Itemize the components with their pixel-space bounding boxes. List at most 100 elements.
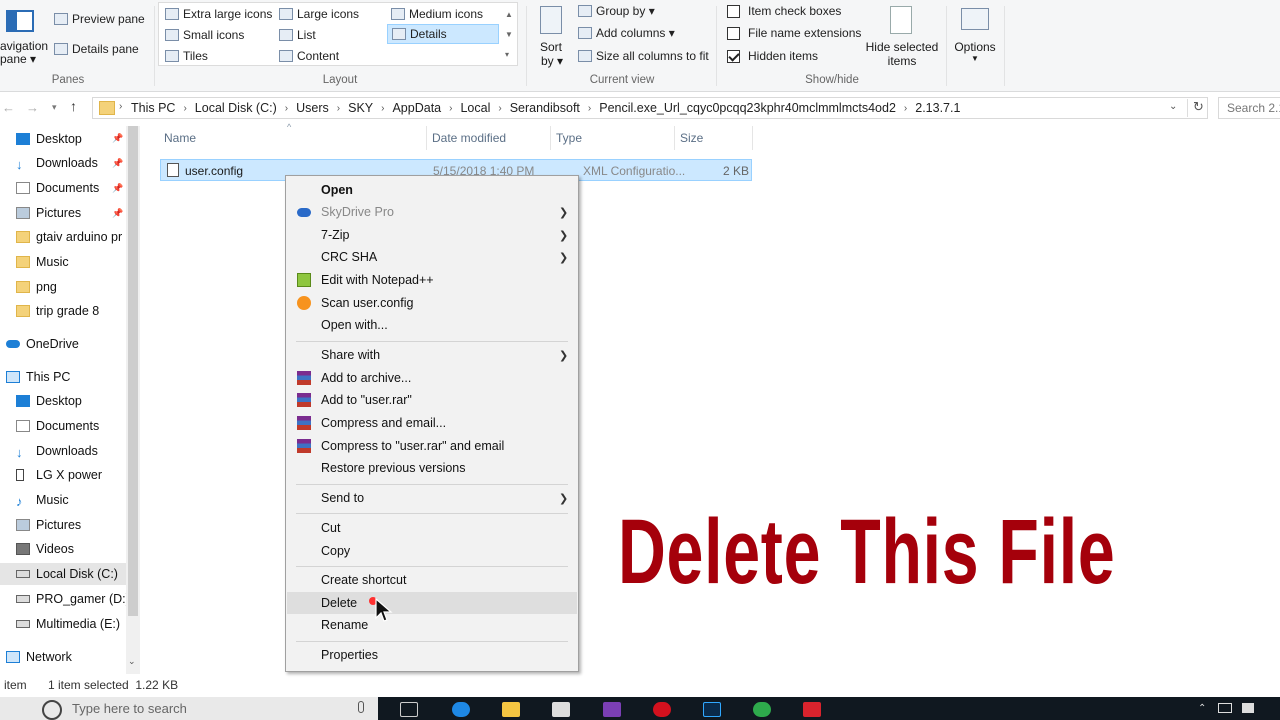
options-button[interactable]: Options ▼ — [950, 4, 1000, 68]
layout-list[interactable]: List — [279, 28, 316, 42]
menu-item-cut[interactable]: Cut — [287, 517, 577, 539]
clock[interactable]: 1 — [1272, 687, 1278, 699]
layout-details[interactable]: Details — [387, 24, 499, 44]
network-tray-icon[interactable] — [1218, 703, 1232, 713]
nav-item-videos[interactable]: Videos — [16, 538, 74, 560]
menu-item-delete[interactable]: Delete — [287, 592, 577, 614]
hidden-items-toggle[interactable]: Hidden items — [727, 49, 818, 63]
nav-item-pictures[interactable]: Pictures — [16, 202, 81, 224]
menu-item-scan[interactable]: Scan user.config — [287, 292, 577, 314]
layout-content[interactable]: Content — [279, 49, 339, 63]
visual-studio-icon[interactable] — [603, 702, 621, 717]
menu-item-restore-versions[interactable]: Restore previous versions — [287, 457, 577, 479]
crumb-version[interactable]: 2.13.7.1 — [915, 101, 960, 115]
menu-item-add-rar[interactable]: Add to "user.rar" — [287, 389, 577, 411]
nav-item-pc-music[interactable]: ♪ Music — [16, 489, 69, 511]
item-check-boxes-checkbox[interactable] — [727, 4, 740, 18]
layout-large-icons[interactable]: Large icons — [279, 7, 359, 21]
refresh-icon[interactable]: ↻ — [1187, 99, 1204, 117]
sort-by-button[interactable]: Sort by ▾ — [534, 4, 570, 68]
column-header-name[interactable]: Name — [164, 131, 196, 145]
nav-item-trip[interactable]: trip grade 8 — [16, 300, 99, 322]
menu-item-crc-sha[interactable]: CRC SHA ❯ — [287, 246, 577, 268]
menu-item-create-shortcut[interactable]: Create shortcut — [287, 569, 577, 591]
menu-item-properties[interactable]: Properties — [287, 644, 577, 666]
menu-item-compress-rar-email[interactable]: Compress to "user.rar" and email — [287, 435, 577, 457]
menu-item-share-with[interactable]: Share with ❯ — [287, 344, 577, 366]
forward-arrow-icon[interactable]: → — [26, 100, 39, 115]
task-view-icon[interactable] — [400, 702, 418, 717]
crumb-serandibsoft[interactable]: Serandibsoft — [510, 101, 580, 115]
nav-item-desktop[interactable]: Desktop — [16, 128, 82, 150]
opera-icon[interactable] — [653, 702, 671, 717]
menu-item-edit-notepad[interactable]: Edit with Notepad++ — [287, 269, 577, 291]
nav-item-network[interactable]: Network — [6, 646, 72, 668]
layout-small-icons[interactable]: Small icons — [165, 28, 244, 42]
group-by-button[interactable]: Group by ▾ — [578, 4, 655, 18]
crumb-local-disk[interactable]: Local Disk (C:) — [195, 101, 277, 115]
address-dropdown-icon[interactable]: ⌄ — [1169, 101, 1177, 112]
item-check-boxes-toggle[interactable]: Item check boxes — [727, 4, 841, 18]
navigation-pane-button[interactable]: avigation pane ▾ — [0, 6, 48, 68]
file-explorer-icon[interactable] — [502, 702, 520, 717]
edge-icon[interactable] — [452, 702, 470, 717]
nav-scrollbar[interactable]: ⌄ — [126, 126, 140, 674]
column-header-date[interactable]: Date modified — [432, 131, 506, 145]
details-pane-button[interactable]: Details pane — [54, 42, 139, 56]
nav-item-pc-pictures[interactable]: Pictures — [16, 514, 81, 536]
gallery-scroll-arrows-icon[interactable]: ▲ ▼ ▾ — [505, 5, 513, 65]
scrollbar-thumb[interactable] — [128, 126, 138, 616]
hide-selected-items-button[interactable]: Hide selected items — [864, 4, 940, 68]
nav-item-documents[interactable]: Documents — [16, 177, 99, 199]
menu-item-7zip[interactable]: 7-Zip ❯ — [287, 224, 577, 246]
layout-tiles[interactable]: Tiles — [165, 49, 208, 63]
menu-item-rename[interactable]: Rename — [287, 614, 577, 636]
crumb-pencil[interactable]: Pencil.exe_Url_cqyc0pcqq23kphr40mclmmlmc… — [599, 101, 896, 115]
breadcrumb[interactable]: › This PC › Local Disk (C:) › Users › SKY › … — [92, 97, 1208, 119]
scroll-down-icon[interactable]: ⌄ — [128, 656, 136, 667]
microphone-icon[interactable] — [358, 701, 364, 713]
nav-item-pc-desktop[interactable]: Desktop — [16, 390, 82, 412]
nav-item-pc-documents[interactable]: Documents — [16, 415, 99, 437]
add-columns-button[interactable]: Add columns ▾ — [578, 26, 675, 40]
nav-item-pc-downloads[interactable]: ↓ Downloads — [16, 440, 98, 462]
hidden-items-checkbox[interactable] — [727, 49, 740, 63]
menu-item-open[interactable]: Open — [287, 179, 577, 201]
up-arrow-icon[interactable]: ↑ — [70, 98, 77, 114]
menu-item-compress-email[interactable]: Compress and email... — [287, 412, 577, 434]
nav-item-lg-x-power[interactable]: LG X power — [16, 464, 102, 486]
crumb-this-pc[interactable]: This PC — [131, 101, 175, 115]
file-name-extensions-checkbox[interactable] — [727, 26, 740, 40]
crumb-local[interactable]: Local — [460, 101, 490, 115]
photoshop-icon[interactable] — [703, 702, 721, 717]
nav-item-local-disk[interactable]: Local Disk (C:) — [0, 563, 126, 585]
recent-locations-icon[interactable]: ▾ — [52, 102, 57, 113]
layout-extra-large-icons[interactable]: Extra large icons — [165, 7, 272, 21]
app-icon[interactable] — [803, 702, 821, 717]
crumb-users[interactable]: Users — [296, 101, 329, 115]
nav-item-this-pc[interactable]: This PC — [6, 366, 70, 388]
nav-item-gtaiv[interactable]: gtaiv arduino pr — [16, 226, 122, 248]
nav-item-downloads[interactable]: ↓ Downloads — [16, 152, 98, 174]
menu-item-skydrive-pro[interactable]: SkyDrive Pro ❯ — [287, 201, 577, 223]
search-input[interactable]: Search 2.1 — [1218, 97, 1280, 119]
nav-item-onedrive[interactable]: OneDrive — [6, 333, 79, 355]
volume-icon[interactable] — [1242, 703, 1254, 713]
menu-item-send-to[interactable]: Send to ❯ — [287, 487, 577, 509]
tray-chevron-up-icon[interactable]: ⌃ — [1198, 703, 1206, 714]
nav-item-pro-gamer[interactable]: PRO_gamer (D:) — [16, 588, 130, 610]
preview-pane-button[interactable]: Preview pane — [54, 12, 145, 26]
column-header-size[interactable]: Size — [680, 131, 703, 145]
menu-item-add-archive[interactable]: Add to archive... — [287, 367, 577, 389]
menu-item-open-with[interactable]: Open with... — [287, 314, 577, 336]
back-arrow-icon[interactable]: ← — [2, 100, 15, 115]
crumb-appdata[interactable]: AppData — [392, 101, 441, 115]
column-header-type[interactable]: Type — [556, 131, 582, 145]
crumb-sky[interactable]: SKY — [348, 101, 373, 115]
nav-item-music[interactable]: Music — [16, 251, 69, 273]
layout-medium-icons[interactable]: Medium icons — [391, 7, 483, 21]
store-icon[interactable] — [552, 702, 570, 717]
file-name-extensions-toggle[interactable]: File name extensions — [727, 26, 861, 40]
chrome-icon[interactable] — [753, 702, 771, 717]
nav-item-png[interactable]: png — [16, 276, 57, 298]
